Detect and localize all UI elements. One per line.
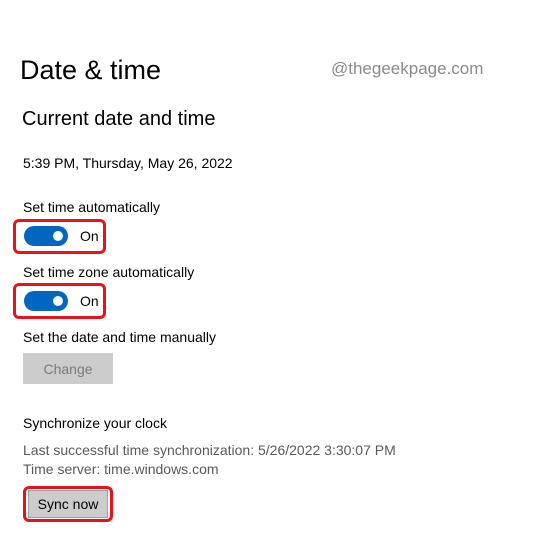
sync-now-button[interactable]: Sync now xyxy=(28,490,108,518)
toggle-switch[interactable] xyxy=(24,291,68,311)
last-sync-text: Last successful time synchronization: 5/… xyxy=(23,442,396,458)
change-button[interactable]: Change xyxy=(23,353,113,384)
toggle-knob xyxy=(53,296,63,306)
toggle-knob xyxy=(53,231,63,241)
page-title: Date & time xyxy=(20,55,162,85)
set-time-zone-automatically-label: Set time zone automatically xyxy=(23,264,195,280)
current-datetime: 5:39 PM, Thursday, May 26, 2022 xyxy=(23,155,233,171)
watermark-text: @thegeekpage.com xyxy=(331,59,484,78)
set-time-automatically-toggle[interactable]: On xyxy=(16,226,105,246)
toggle-switch[interactable] xyxy=(24,226,68,246)
section-title-current-date-time: Current date and time xyxy=(22,108,216,130)
set-date-time-manually-label: Set the date and time manually xyxy=(23,329,217,345)
time-server-text: Time server: time.windows.com xyxy=(23,461,219,477)
set-time-automatically-label: Set time automatically xyxy=(23,199,160,215)
set-time-zone-automatically-toggle[interactable]: On xyxy=(16,291,105,311)
toggle-state-label: On xyxy=(80,228,99,244)
synchronize-clock-label: Synchronize your clock xyxy=(23,415,167,431)
toggle-state-label: On xyxy=(80,293,99,309)
